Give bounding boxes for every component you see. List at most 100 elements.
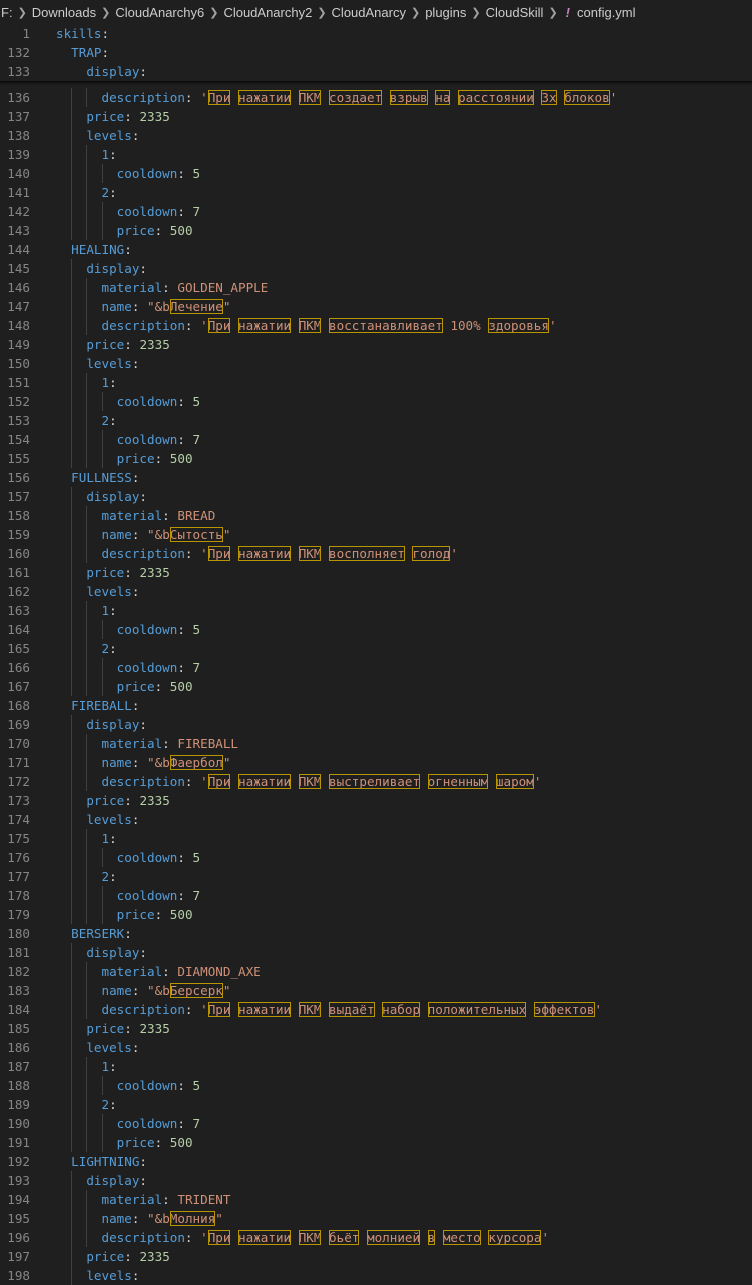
code-line[interactable]: 190 cooldown: 7 — [0, 1114, 752, 1133]
line-content: levels: — [56, 1038, 139, 1057]
sticky-line[interactable]: 132 TRAP: — [0, 43, 752, 62]
code-line[interactable]: 193 display: — [0, 1171, 752, 1190]
yaml-key: material — [101, 736, 163, 751]
sticky-line[interactable]: 1 skills: — [0, 24, 752, 43]
code-line[interactable]: 155 price: 500 — [0, 449, 752, 468]
code-line[interactable]: 176 cooldown: 5 — [0, 848, 752, 867]
yaml-key: levels — [86, 128, 132, 143]
code-line[interactable]: 142 cooldown: 7 — [0, 202, 752, 221]
code-line[interactable]: 175 1: — [0, 829, 752, 848]
code-line[interactable]: 143 price: 500 — [0, 221, 752, 240]
colon: : — [177, 394, 185, 409]
breadcrumb-item[interactable]: CloudAnarchy2 — [222, 5, 313, 20]
breadcrumb-item[interactable]: F: — [0, 5, 14, 20]
sticky-line[interactable]: 133 display: — [0, 62, 752, 81]
yaml-key: name — [101, 1211, 132, 1226]
code-line[interactable]: 158 material: BREAD — [0, 506, 752, 525]
code-line[interactable]: 151 1: — [0, 373, 752, 392]
colon: : — [177, 166, 185, 181]
code-line[interactable]: 157 display: — [0, 487, 752, 506]
code-line[interactable]: 141 2: — [0, 183, 752, 202]
code-line[interactable]: 145 display: — [0, 259, 752, 278]
code-line[interactable]: 183 name: "&bБерсерк" — [0, 981, 752, 1000]
code-line[interactable]: 148 description: 'При нажатии ПКМ восста… — [0, 316, 752, 335]
code-line[interactable]: 178 cooldown: 7 — [0, 886, 752, 905]
code-line[interactable]: 168 FIREBALL: — [0, 696, 752, 715]
code-line[interactable]: 191 price: 500 — [0, 1133, 752, 1152]
highlighted-word: ПКМ — [298, 1002, 322, 1017]
code-line[interactable]: 185 price: 2335 — [0, 1019, 752, 1038]
code-line[interactable]: 166 cooldown: 7 — [0, 658, 752, 677]
breadcrumb-file[interactable]: config.yml — [576, 5, 637, 20]
code-line[interactable]: 162 levels: — [0, 582, 752, 601]
code-line[interactable]: 173 price: 2335 — [0, 791, 752, 810]
code-line[interactable]: 163 1: — [0, 601, 752, 620]
code-line[interactable]: 139 1: — [0, 145, 752, 164]
line-number: 192 — [7, 1154, 30, 1169]
code-line[interactable]: 138 levels: — [0, 126, 752, 145]
code-line[interactable]: 156 FULLNESS: — [0, 468, 752, 487]
breadcrumb-item[interactable]: Downloads — [31, 5, 97, 20]
colon: : — [109, 641, 117, 656]
line-number: 188 — [7, 1078, 30, 1093]
line-content: levels: — [56, 354, 139, 373]
code-line[interactable]: 195 name: "&bМолния" — [0, 1209, 752, 1228]
code-line[interactable]: 144 HEALING: — [0, 240, 752, 259]
yaml-key: material — [101, 1192, 163, 1207]
code-line[interactable]: 182 material: DIAMOND_AXE — [0, 962, 752, 981]
code-line[interactable]: 159 name: "&bСытость" — [0, 525, 752, 544]
code-line[interactable]: 180 BERSERK: — [0, 924, 752, 943]
yaml-key: price — [86, 565, 125, 580]
sticky-scroll-header[interactable]: 1 skills: 132 TRAP: 133 display: — [0, 24, 752, 81]
yaml-key: levels — [86, 356, 132, 371]
code-line[interactable]: 188 cooldown: 5 — [0, 1076, 752, 1095]
code-line[interactable]: 160 description: 'При нажатии ПКМ воспол… — [0, 544, 752, 563]
code-line[interactable]: 198 levels: — [0, 1266, 752, 1285]
code-line[interactable]: 153 2: — [0, 411, 752, 430]
code-line[interactable]: 179 price: 500 — [0, 905, 752, 924]
code-line[interactable]: 164 cooldown: 5 — [0, 620, 752, 639]
highlighted-word: При — [207, 546, 231, 561]
code-line[interactable]: 169 display: — [0, 715, 752, 734]
highlighted-word: При — [207, 774, 231, 789]
breadcrumb-item[interactable]: CloudAnarcy — [331, 5, 407, 20]
code-line[interactable]: 167 price: 500 — [0, 677, 752, 696]
code-line[interactable]: 171 name: "&bФаербол" — [0, 753, 752, 772]
colon: : — [177, 1116, 185, 1131]
breadcrumb-item[interactable]: CloudSkill — [485, 5, 545, 20]
yaml-key: 1 — [101, 603, 110, 618]
code-line[interactable]: 154 cooldown: 7 — [0, 430, 752, 449]
yaml-number: 5 — [192, 166, 201, 181]
line-content: name: "&bБерсерк" — [56, 981, 230, 1000]
code-line[interactable]: 150 levels: — [0, 354, 752, 373]
code-line[interactable]: 172 description: 'При нажатии ПКМ выстре… — [0, 772, 752, 791]
code-line[interactable]: 149 price: 2335 — [0, 335, 752, 354]
code-line[interactable]: 170 material: FIREBALL — [0, 734, 752, 753]
code-line[interactable]: 152 cooldown: 5 — [0, 392, 752, 411]
code-line[interactable]: 186 levels: — [0, 1038, 752, 1057]
code-line[interactable]: 192 LIGHTNING: — [0, 1152, 752, 1171]
code-line[interactable]: 161 price: 2335 — [0, 563, 752, 582]
code-line[interactable]: 196 description: 'При нажатии ПКМ бьёт м… — [0, 1228, 752, 1247]
code-line[interactable]: 174 levels: — [0, 810, 752, 829]
code-line[interactable]: 165 2: — [0, 639, 752, 658]
code-line[interactable]: 146 material: GOLDEN_APPLE — [0, 278, 752, 297]
yaml-key: description — [101, 1230, 185, 1245]
code-line[interactable]: 189 2: — [0, 1095, 752, 1114]
code-line[interactable]: 137 price: 2335 — [0, 107, 752, 126]
breadcrumb-item[interactable]: plugins — [424, 5, 467, 20]
yaml-key: 2 — [101, 185, 110, 200]
colon: : — [184, 774, 193, 789]
code-line[interactable]: 177 2: — [0, 867, 752, 886]
breadcrumb-item[interactable]: CloudAnarchy6 — [114, 5, 205, 20]
code-line[interactable]: 184 description: 'При нажатии ПКМ выдаёт… — [0, 1000, 752, 1019]
code-line[interactable]: 147 name: "&bЛечение" — [0, 297, 752, 316]
code-line[interactable]: 181 display: — [0, 943, 752, 962]
code-line[interactable]: 197 price: 2335 — [0, 1247, 752, 1266]
code-line[interactable]: 194 material: TRIDENT — [0, 1190, 752, 1209]
code-line[interactable]: 140 cooldown: 5 — [0, 164, 752, 183]
code-line[interactable]: 187 1: — [0, 1057, 752, 1076]
